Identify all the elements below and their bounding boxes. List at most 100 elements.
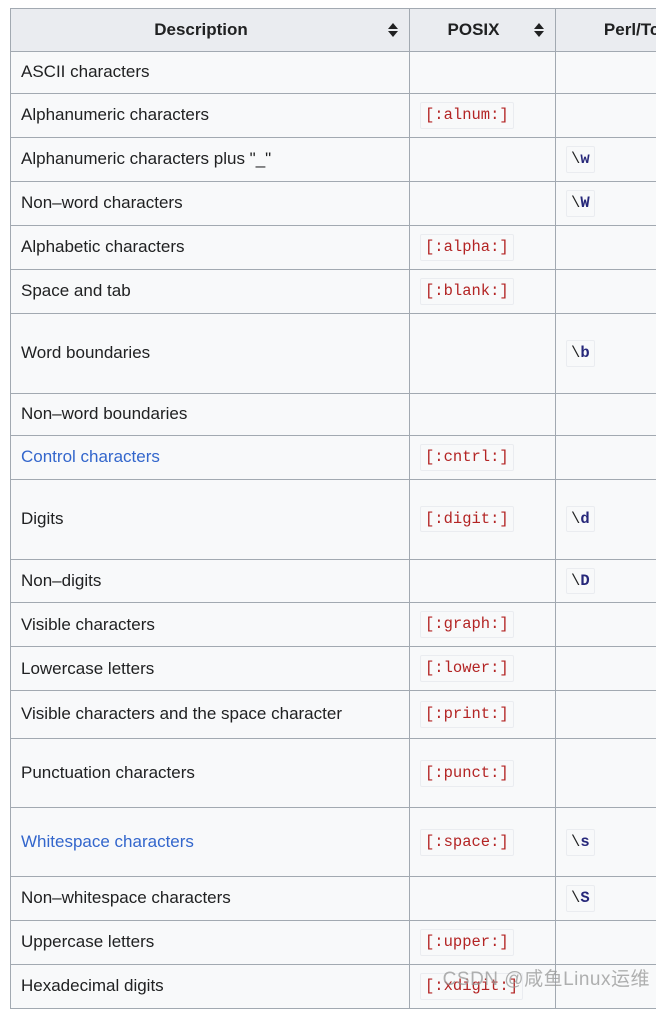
cell-description: Word boundaries: [11, 313, 410, 393]
perl-escape-code: \s: [566, 829, 595, 856]
perl-escape-code: \W: [566, 190, 595, 217]
cell-perl-tcl: [556, 269, 656, 313]
cell-description: Non–whitespace characters: [11, 877, 410, 921]
cell-perl-tcl: [556, 603, 656, 647]
cell-perl-tcl: \b: [556, 313, 656, 393]
cell-description: Visible characters: [11, 603, 410, 647]
cell-posix: [:graph:]: [410, 603, 556, 647]
perl-escape-backslash: \: [571, 150, 580, 168]
perl-escape-backslash: \: [571, 194, 580, 212]
cell-description: Uppercase letters: [11, 921, 410, 965]
cell-perl-tcl: [556, 691, 656, 739]
description-text: Non–whitespace characters: [21, 888, 231, 907]
cell-perl-tcl: [556, 94, 656, 138]
perl-escape-letter: W: [580, 194, 589, 212]
posix-class-code: [:blank:]: [420, 278, 514, 305]
cell-description: ASCII characters: [11, 52, 410, 94]
table-row: Hexadecimal digits [:xdigit:]: [11, 965, 656, 1009]
perl-escape-letter: s: [580, 833, 589, 851]
description-text: Space and tab: [21, 281, 131, 300]
column-header-perl-tcl[interactable]: Perl/Tcl: [556, 9, 656, 52]
cell-description: Space and tab: [11, 269, 410, 313]
perl-escape-code: \S: [566, 885, 595, 912]
description-text: Non–word characters: [21, 193, 183, 212]
table-row: ASCII characters: [11, 52, 656, 94]
cell-posix: [:xdigit:]: [410, 965, 556, 1009]
cell-description: Alphanumeric characters: [11, 94, 410, 138]
description-text: Non–digits: [21, 571, 101, 590]
cell-description: Lowercase letters: [11, 647, 410, 691]
cell-posix: [410, 393, 556, 435]
table-row: Lowercase letters[:lower:]: [11, 647, 656, 691]
description-text: Visible characters: [21, 615, 155, 634]
cell-posix: [410, 877, 556, 921]
table-row: Non–word boundaries: [11, 393, 656, 435]
column-header-perl-tcl-label: Perl/Tcl: [566, 20, 656, 40]
cell-perl-tcl: [556, 965, 656, 1009]
posix-class-code: [:alpha:]: [420, 234, 514, 261]
cell-posix: [410, 52, 556, 94]
posix-class-code: [:print:]: [420, 701, 514, 728]
table-row: Digits[:digit:]\d: [11, 479, 656, 559]
regex-character-classes-table: Description POSIX Perl/Tcl: [10, 8, 656, 1009]
table-row: Visible characters [:graph:]: [11, 603, 656, 647]
column-header-description[interactable]: Description: [11, 9, 410, 52]
cell-perl-tcl: \d: [556, 479, 656, 559]
posix-class-code: [:space:]: [420, 829, 514, 856]
table-row: Space and tab [:blank:]: [11, 269, 656, 313]
cell-posix: [:cntrl:]: [410, 435, 556, 479]
table-row: Alphabetic characters [:alpha:]: [11, 225, 656, 269]
regex-character-classes-table-container: Description POSIX Perl/Tcl: [10, 8, 656, 1009]
cell-perl-tcl: \S: [556, 877, 656, 921]
description-text: Visible characters and the space charact…: [21, 704, 342, 723]
perl-escape-letter: S: [580, 889, 589, 907]
description-text: Alphanumeric characters: [21, 105, 209, 124]
cell-description: Non–digits: [11, 559, 410, 603]
table-row: Non–whitespace characters \S: [11, 877, 656, 921]
description-text: Hexadecimal digits: [21, 976, 164, 995]
cell-posix: [:alnum:]: [410, 94, 556, 138]
cell-posix: [:print:]: [410, 691, 556, 739]
cell-description: Whitespace characters: [11, 808, 410, 877]
sort-both-icon[interactable]: [533, 22, 545, 38]
perl-escape-code: \w: [566, 146, 595, 173]
table-body: ASCII characters Alphanumeric characters […: [11, 52, 656, 1009]
column-header-description-label: Description: [21, 20, 381, 40]
description-text: Non–word boundaries: [21, 404, 187, 423]
cell-perl-tcl: [556, 393, 656, 435]
posix-class-code: [:upper:]: [420, 929, 514, 956]
description-text: Lowercase letters: [21, 659, 154, 678]
table-row: Uppercase letters [:upper:]: [11, 921, 656, 965]
cell-posix: [410, 181, 556, 225]
cell-description: Non–word boundaries: [11, 393, 410, 435]
cell-perl-tcl: [556, 921, 656, 965]
perl-escape-letter: b: [580, 344, 589, 362]
table-row: Alphanumeric characters plus "_" \w: [11, 137, 656, 181]
perl-escape-letter: d: [580, 510, 589, 528]
posix-class-code: [:punct:]: [420, 760, 514, 787]
table-row: Punctuation characters [:punct:]: [11, 739, 656, 808]
column-header-posix[interactable]: POSIX: [410, 9, 556, 52]
cell-description: Digits: [11, 479, 410, 559]
description-text: Uppercase letters: [21, 932, 154, 951]
description-text: ASCII characters: [21, 62, 150, 81]
table-row: Non–digits\D: [11, 559, 656, 603]
cell-posix: [:upper:]: [410, 921, 556, 965]
posix-class-code: [:cntrl:]: [420, 444, 514, 471]
description-link[interactable]: Whitespace characters: [21, 832, 194, 851]
table-row: Control characters [:cntrl:]: [11, 435, 656, 479]
cell-description: Non–word characters: [11, 181, 410, 225]
perl-escape-backslash: \: [571, 510, 580, 528]
description-text: Alphabetic characters: [21, 237, 184, 256]
perl-escape-backslash: \: [571, 344, 580, 362]
cell-posix: [:blank:]: [410, 269, 556, 313]
page-root: Description POSIX Perl/Tcl: [0, 0, 656, 997]
description-link[interactable]: Control characters: [21, 447, 160, 466]
table-row: Word boundaries \b: [11, 313, 656, 393]
cell-description: Punctuation characters: [11, 739, 410, 808]
cell-perl-tcl: [556, 647, 656, 691]
description-text: Alphanumeric characters plus "_": [21, 149, 271, 168]
cell-perl-tcl: \w: [556, 137, 656, 181]
sort-both-icon[interactable]: [387, 22, 399, 38]
cell-posix: [:digit:]: [410, 479, 556, 559]
